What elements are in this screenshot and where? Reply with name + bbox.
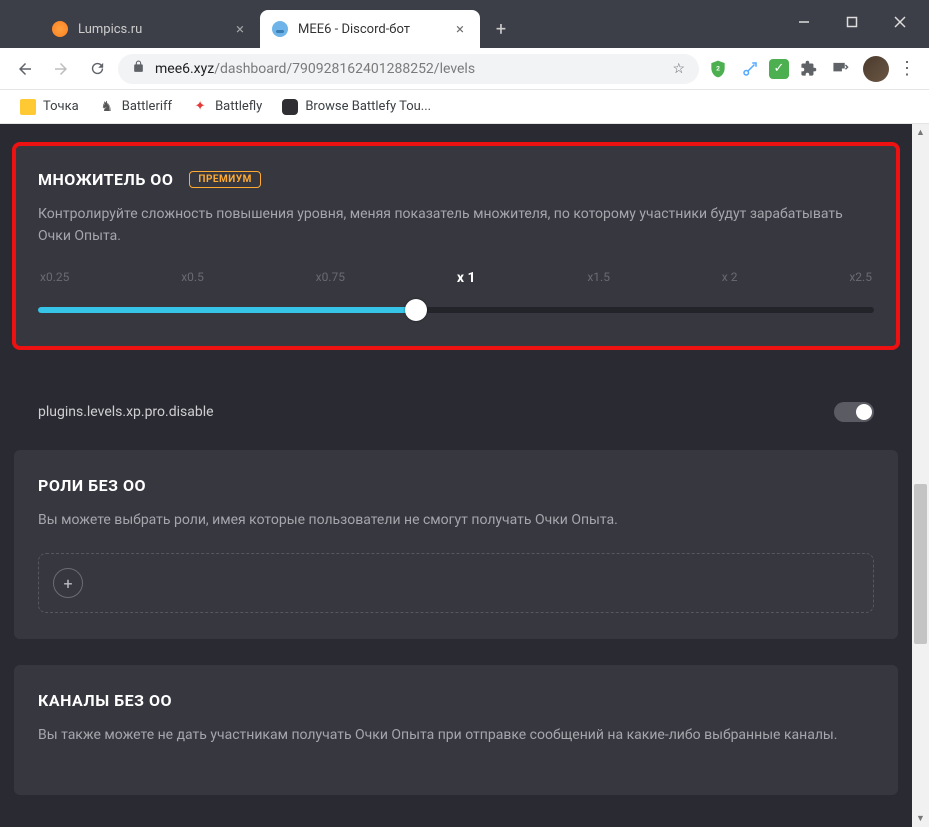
browser-menu-button[interactable]: ⋮: [895, 58, 919, 79]
disable-xp-pro-toggle[interactable]: [834, 402, 874, 422]
bookmark-tochka[interactable]: Точка: [12, 95, 87, 119]
slider-thumb[interactable]: [405, 299, 427, 321]
disable-xp-pro-row: plugins.levels.xp.pro.disable: [0, 374, 912, 450]
bookmark-label: Battleriff: [122, 99, 172, 114]
extension-icon[interactable]: [737, 56, 763, 82]
toggle-knob: [856, 404, 872, 420]
bookmark-label: Browse Battlefy Tou...: [305, 99, 431, 114]
close-window-button[interactable]: [885, 8, 915, 36]
profile-avatar[interactable]: [863, 56, 889, 82]
slider-labels: x0.25 x0.5 x0.75 x 1 x1.5 x 2 x2.5: [38, 270, 874, 286]
extensions-button[interactable]: [795, 56, 821, 82]
tab-lumpics[interactable]: Lumpics.ru ×: [40, 10, 260, 48]
close-tab-icon[interactable]: ×: [452, 18, 468, 40]
bookmark-battlefly[interactable]: ✦ Battlefly: [184, 95, 270, 119]
no-xp-roles-card: РОЛИ БЕЗ ОО Вы можете выбрать роли, имея…: [14, 450, 898, 639]
window-controls: [789, 8, 915, 36]
bookmark-label: Точка: [43, 99, 79, 114]
card-heading: КАНАЛЫ БЕЗ ОО: [38, 691, 172, 710]
toggle-label: plugins.levels.xp.pro.disable: [38, 404, 214, 420]
card-description: Контролируйте сложность повышения уровня…: [38, 203, 874, 248]
url-text: mee6.xyz/dashboard/790928162401288252/le…: [155, 61, 672, 77]
slider-label-active: x 1: [457, 270, 476, 286]
svg-text:2: 2: [716, 64, 720, 72]
tab-mee6[interactable]: MEE6 - Discord-бот ×: [260, 10, 480, 48]
slider-label: x0.75: [316, 270, 345, 286]
bookmark-icon: ✦: [192, 99, 208, 115]
scroll-up-icon[interactable]: ▲: [912, 124, 929, 141]
bookmark-label: Battlefly: [215, 99, 262, 114]
bookmark-icon: ♞: [99, 99, 115, 115]
bookmark-icon: [282, 99, 298, 115]
xp-multiplier-slider[interactable]: [38, 298, 874, 322]
scroll-down-icon[interactable]: ▼: [912, 810, 929, 827]
scrollbar[interactable]: ▲ ▼: [912, 124, 929, 827]
slider-label: x0.5: [181, 270, 204, 286]
bookmark-star-icon[interactable]: ☆: [672, 61, 685, 77]
tab-title: Lumpics.ru: [78, 22, 142, 37]
favicon-lumpics-icon: [52, 21, 68, 37]
slider-label: x2.5: [849, 270, 872, 286]
browser-toolbar: mee6.xyz/dashboard/790928162401288252/le…: [0, 48, 929, 90]
bookmark-battleriff[interactable]: ♞ Battleriff: [91, 95, 180, 119]
bookmarks-bar: Точка ♞ Battleriff ✦ Battlefly Browse Ba…: [0, 90, 929, 124]
reload-button[interactable]: [82, 54, 112, 84]
card-heading: РОЛИ БЕЗ ОО: [38, 476, 146, 495]
adblock-extension-icon[interactable]: 2: [705, 56, 731, 82]
close-tab-icon[interactable]: ×: [232, 18, 248, 40]
card-heading: МНОЖИТЕЛЬ ОО ПРЕМИУМ: [38, 170, 261, 189]
card-heading-text: КАНАЛЫ БЕЗ ОО: [38, 691, 172, 710]
reading-list-icon[interactable]: [827, 56, 853, 82]
slider-label: x0.25: [40, 270, 69, 286]
card-description: Вы можете выбрать роли, имея которые пол…: [38, 509, 874, 531]
scrollbar-thumb[interactable]: [914, 484, 927, 644]
address-bar[interactable]: mee6.xyz/dashboard/790928162401288252/le…: [118, 54, 699, 84]
premium-badge: ПРЕМИУМ: [189, 171, 260, 188]
add-role-box: +: [38, 553, 874, 613]
card-heading-text: РОЛИ БЕЗ ОО: [38, 476, 146, 495]
slider-label: x 2: [722, 270, 738, 286]
add-role-button[interactable]: +: [53, 568, 83, 598]
no-xp-channels-card: КАНАЛЫ БЕЗ ОО Вы также можете не дать уч…: [14, 665, 898, 794]
xp-multiplier-card: МНОЖИТЕЛЬ ОО ПРЕМИУМ Контролируйте сложн…: [14, 144, 898, 348]
window-chrome: Lumpics.ru × MEE6 - Discord-бот × +: [0, 0, 929, 48]
page-content: МНОЖИТЕЛЬ ОО ПРЕМИУМ Контролируйте сложн…: [0, 124, 912, 827]
slider-fill: [38, 307, 416, 313]
card-heading-text: МНОЖИТЕЛЬ ОО: [38, 170, 173, 189]
favicon-mee6-icon: [272, 21, 288, 37]
page-viewport: ▲ ▼ МНОЖИТЕЛЬ ОО ПРЕМИУМ Контролируйте с…: [0, 124, 929, 827]
maximize-button[interactable]: [837, 8, 867, 36]
tab-title: MEE6 - Discord-бот: [298, 22, 410, 37]
minimize-button[interactable]: [789, 8, 819, 36]
slider-label: x1.5: [587, 270, 610, 286]
forward-button[interactable]: [46, 54, 76, 84]
lock-icon: [132, 60, 145, 77]
back-button[interactable]: [10, 54, 40, 84]
bookmark-icon: [20, 99, 36, 115]
new-tab-button[interactable]: +: [486, 14, 516, 44]
extension-check-icon[interactable]: ✓: [769, 59, 789, 79]
card-description: Вы также можете не дать участникам получ…: [38, 724, 874, 746]
bookmark-battlefy[interactable]: Browse Battlefy Tou...: [274, 95, 439, 119]
